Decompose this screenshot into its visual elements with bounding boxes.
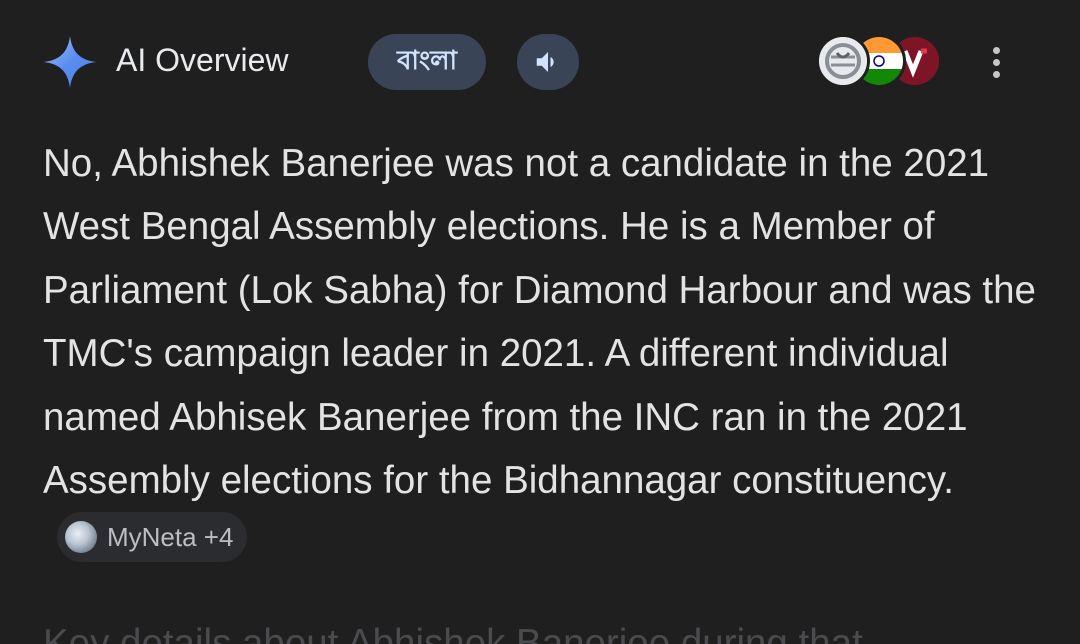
language-toggle-button[interactable]: বাংলা (368, 34, 486, 90)
speaker-icon (536, 52, 554, 72)
citation-label: MyNeta +4 (107, 522, 234, 553)
globe-icon (65, 521, 97, 554)
more-options-button[interactable] (984, 42, 1008, 82)
source-favicons[interactable] (816, 34, 946, 90)
ai-overview-title: AI Overview (116, 42, 289, 78)
ai-overview-answer: No, Abhishek Banerjee was not a candidat… (43, 132, 1053, 576)
citation-chip[interactable]: MyNeta +4 (57, 512, 248, 563)
ai-overview-header: AI Overview বাংলা (42, 30, 1040, 94)
sparkle-icon (44, 36, 96, 88)
more-vertical-icon (992, 46, 1000, 54)
answer-text: No, Abhishek Banerjee was not a candidat… (43, 142, 1036, 503)
source-favicon-globe[interactable] (816, 34, 870, 88)
ai-overview-panel: AI Overview বাংলা No, Abhishek Banerjee … (0, 0, 1080, 644)
next-section-heading: Key details about Abhishek Banerjee duri… (43, 622, 863, 644)
listen-button[interactable] (517, 34, 579, 90)
